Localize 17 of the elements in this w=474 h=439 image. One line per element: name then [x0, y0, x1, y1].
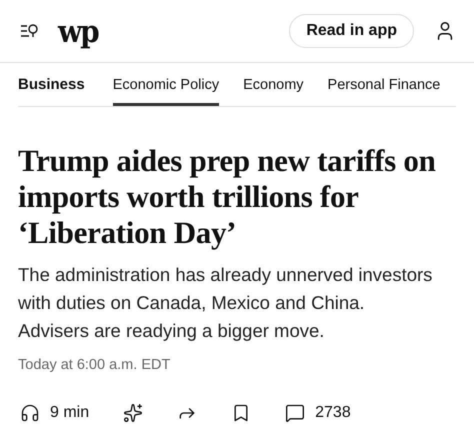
headphones-icon: [20, 403, 40, 423]
nav-tab[interactable]: Economy: [243, 63, 304, 106]
nav-tab[interactable]: Economic Policy: [112, 63, 220, 106]
listen-button[interactable]: 9 min: [20, 403, 90, 423]
read-in-app-button[interactable]: Read in app: [289, 14, 414, 48]
summary-button[interactable]: [123, 403, 144, 423]
summary-text: The administration has already unnerved investors with duties on Canada, Mexico and China. Advisers are readying a bigger move.: [18, 263, 434, 343]
comments-button[interactable]: 2738: [285, 403, 351, 423]
timestamp: Today at 6:00 a.m. EDT: [18, 357, 172, 373]
menu-search-button[interactable]: [20, 23, 40, 39]
sparkles-icon: [123, 403, 144, 423]
logo[interactable]: wp: [58, 12, 98, 50]
section-title[interactable]: Business: [18, 76, 85, 93]
nav-tab[interactable]: Personal Finance: [328, 63, 440, 106]
menu-search-icon: [20, 23, 40, 39]
comment-icon: [285, 403, 306, 423]
headline: Trump aides prep new tariffs on imports worth trillions for ‘Liberation Day’: [18, 143, 437, 251]
